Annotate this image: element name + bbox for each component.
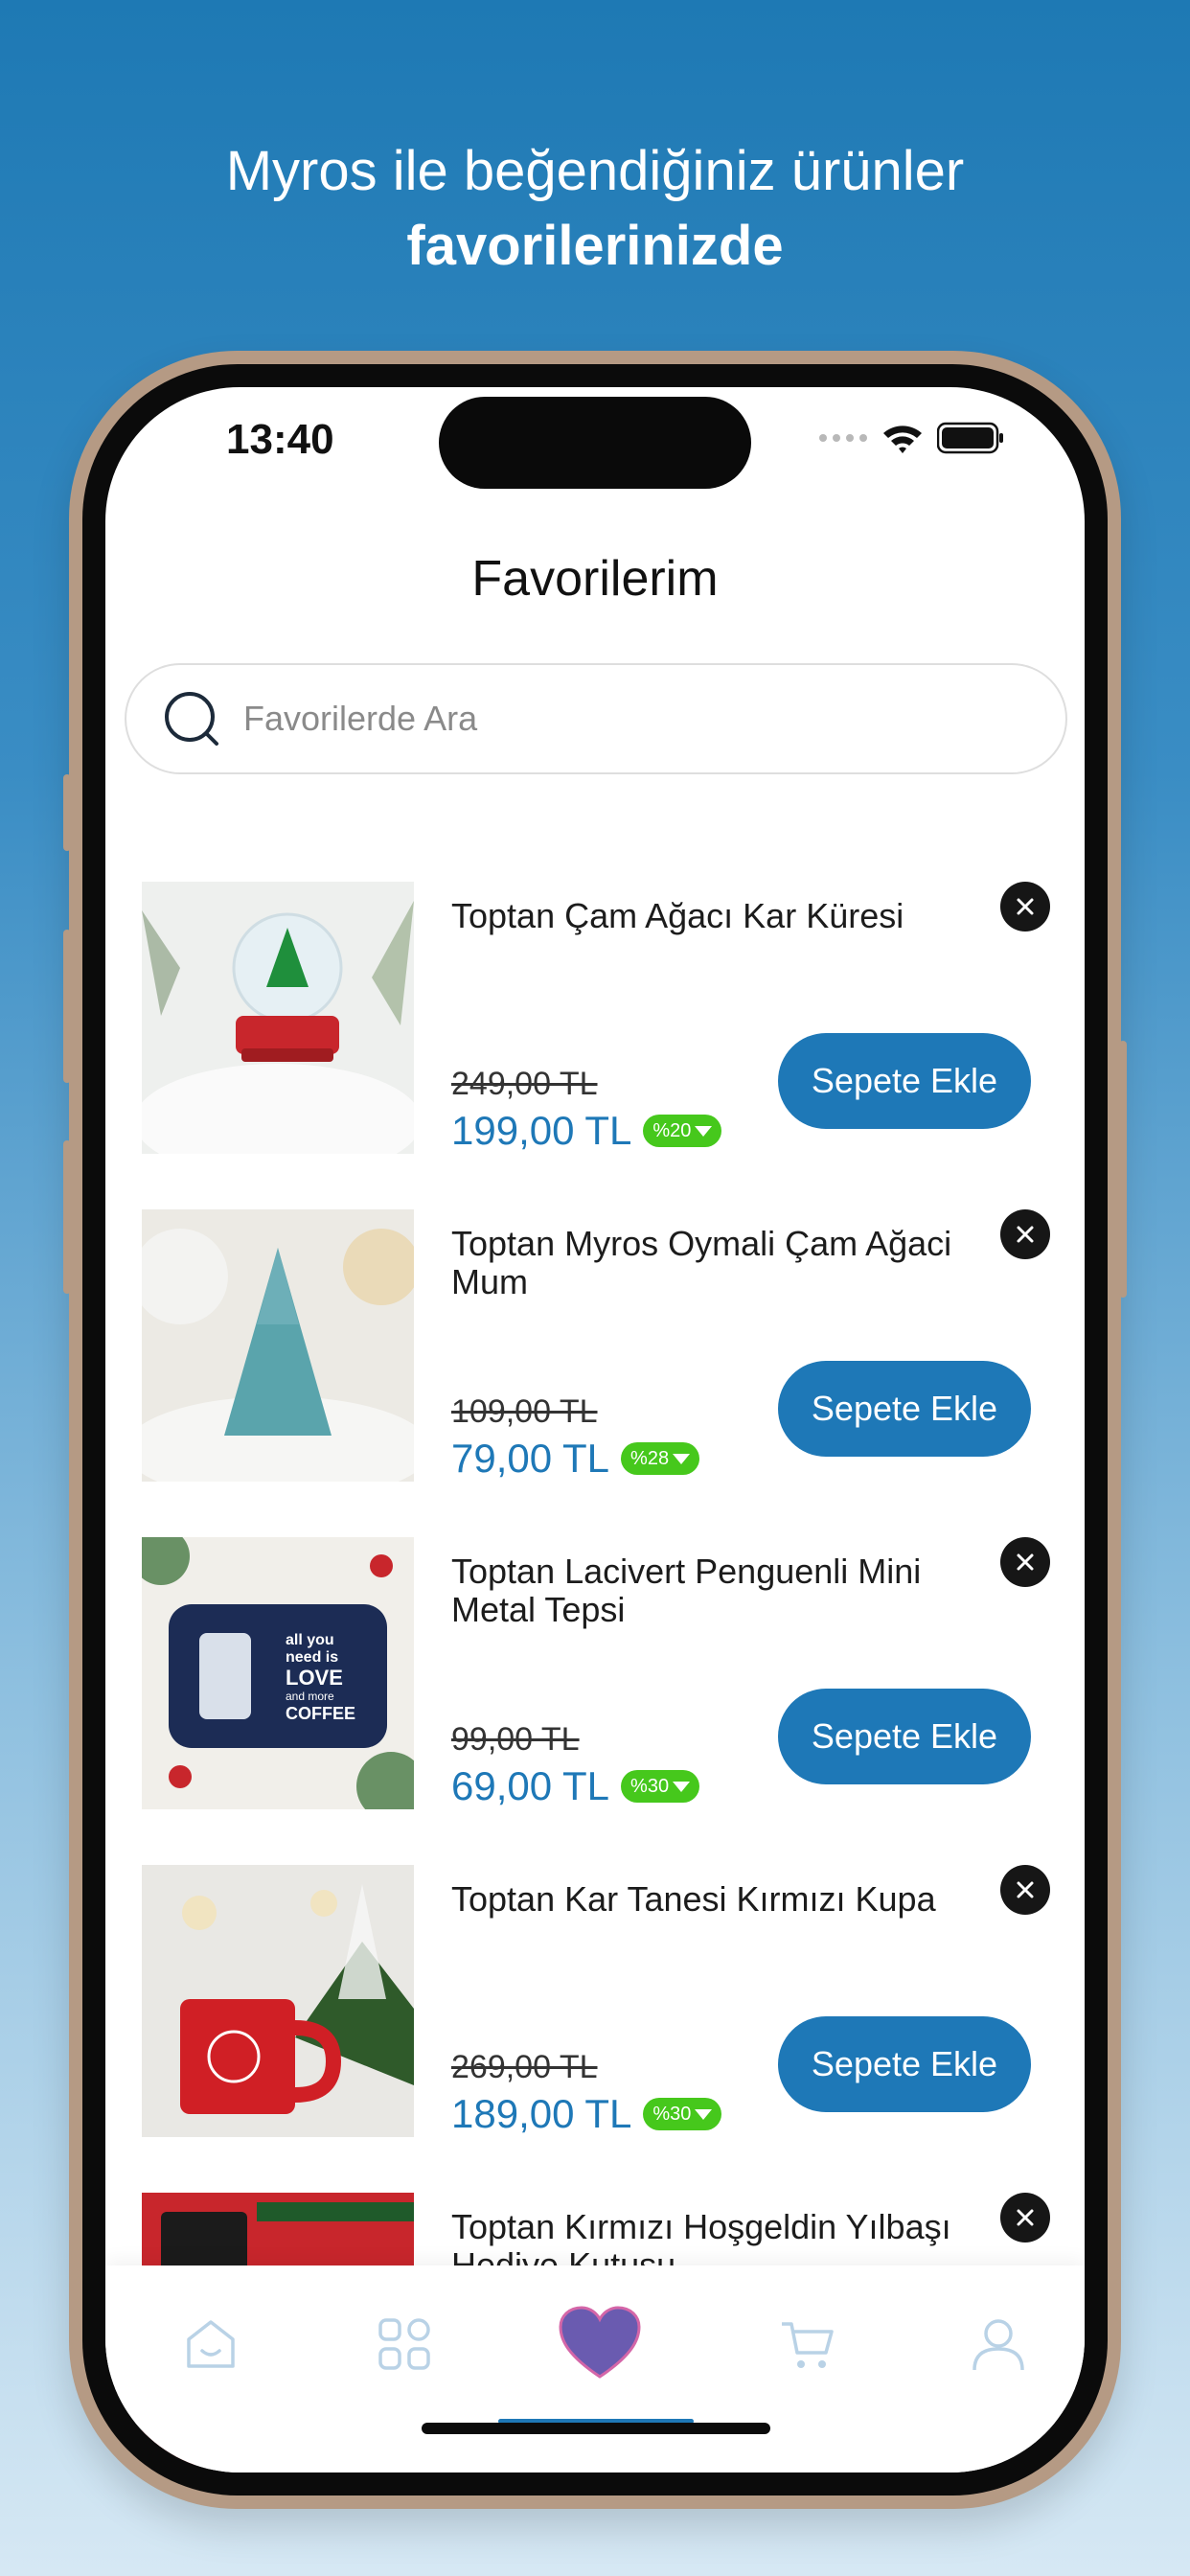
tab-favorites[interactable] — [557, 2300, 643, 2386]
search-icon — [165, 692, 218, 746]
tab-home[interactable] — [172, 2306, 249, 2382]
old-price: 99,00 TL — [451, 1721, 580, 1758]
tray-text-5: COFFEE — [286, 1704, 355, 1723]
price-row: 199,00 TL %20 — [451, 1108, 722, 1154]
tray-text-1: all you — [286, 1632, 334, 1648]
price-row: 79,00 TL %28 — [451, 1436, 700, 1482]
tray-text-3: LOVE — [286, 1666, 343, 1690]
app-screen: 13:40 Favorilerim Favorilerde Ara Toptan… — [105, 387, 1085, 2472]
add-to-cart-button[interactable]: Sepete Ekle — [778, 1689, 1031, 1784]
tree-candle-image[interactable] — [142, 1209, 414, 1482]
close-icon — [1017, 1226, 1034, 1243]
dynamic-island — [439, 397, 751, 489]
search-input[interactable] — [241, 698, 1012, 740]
current-price: 199,00 TL — [451, 1108, 632, 1153]
discount-badge: %20 — [643, 1115, 722, 1147]
discount-badge: %30 — [643, 2098, 722, 2130]
red-mug-image[interactable] — [142, 1865, 414, 2137]
down-arrow-icon — [673, 1781, 691, 1792]
old-price: 109,00 TL — [451, 1393, 598, 1430]
remove-favorite-button[interactable] — [1000, 1209, 1050, 1259]
list-item: Toptan Kar Tanesi Kırmızı Kupa 269,00 TL… — [105, 1865, 1085, 2152]
page-title: Favorilerim — [471, 551, 719, 607]
down-arrow-icon — [695, 1125, 713, 1137]
product-name[interactable]: Toptan Kar Tanesi Kırmızı Kupa — [451, 1880, 969, 1919]
phone-side-button — [63, 774, 71, 851]
current-price: 79,00 TL — [451, 1436, 610, 1481]
close-icon — [1017, 2209, 1034, 2226]
add-to-cart-button[interactable]: Sepete Ekle — [778, 2016, 1031, 2112]
current-price: 189,00 TL — [451, 2091, 632, 2136]
promo-headline-line2: favorilerinizde — [406, 215, 784, 277]
discount-value: %30 — [630, 1775, 670, 1797]
add-to-cart-button[interactable]: Sepete Ekle — [778, 1033, 1031, 1129]
discount-badge: %30 — [621, 1770, 700, 1803]
remove-favorite-button[interactable] — [1000, 1865, 1050, 1915]
old-price: 249,00 TL — [451, 1066, 598, 1102]
wifi-icon — [883, 426, 922, 453]
old-price: 269,00 TL — [451, 2049, 598, 2085]
discount-badge: %28 — [621, 1442, 700, 1475]
price-row: 189,00 TL %30 — [451, 2091, 722, 2137]
signal-dots-icon — [819, 434, 867, 442]
close-icon — [1017, 1553, 1034, 1571]
phone-power-button — [1119, 1041, 1127, 1298]
promo-headline: Myros ile beğendiğiniz ürünler favoriler… — [0, 134, 1190, 284]
home-icon — [187, 2320, 235, 2368]
user-icon — [973, 2319, 1024, 2371]
heart-icon — [559, 2306, 641, 2379]
tab-profile[interactable] — [960, 2306, 1037, 2382]
remove-favorite-button[interactable] — [1000, 1537, 1050, 1587]
price-row: 69,00 TL %30 — [451, 1763, 700, 1809]
tab-categories[interactable] — [366, 2306, 443, 2382]
tab-cart[interactable] — [769, 2306, 846, 2382]
add-to-cart-button[interactable]: Sepete Ekle — [778, 1361, 1031, 1457]
cart-icon — [782, 2322, 834, 2368]
list-item: Toptan Çam Ağacı Kar Küresi 249,00 TL 19… — [105, 882, 1085, 1169]
grid-icon — [378, 2318, 430, 2370]
phone-volume-up — [63, 930, 71, 1083]
status-time: 13:40 — [226, 416, 334, 463]
product-name[interactable]: Toptan Myros Oymali Çam Ağaci Mum — [451, 1225, 969, 1301]
remove-favorite-button[interactable] — [1000, 2193, 1050, 2242]
list-item: all you need is LOVE and more COFFEE Top… — [105, 1537, 1085, 1825]
list-item: Toptan Myros Oymali Çam Ağaci Mum 109,00… — [105, 1209, 1085, 1497]
discount-value: %20 — [652, 1119, 692, 1141]
down-arrow-icon — [695, 2108, 713, 2120]
battery-icon — [937, 422, 1003, 454]
product-name[interactable]: Toptan Çam Ağacı Kar Küresi — [451, 897, 969, 935]
penguin-tray-image[interactable]: all you need is LOVE and more COFFEE — [142, 1537, 414, 1809]
product-name[interactable]: Toptan Lacivert Penguenli Mini Metal Tep… — [451, 1552, 969, 1629]
current-price: 69,00 TL — [451, 1763, 610, 1808]
discount-value: %28 — [630, 1447, 670, 1469]
home-indicator[interactable] — [422, 2423, 770, 2434]
close-icon — [1017, 898, 1034, 915]
remove-favorite-button[interactable] — [1000, 882, 1050, 932]
bottom-tab-bar — [105, 2266, 1085, 2472]
snow-globe-image[interactable] — [142, 882, 414, 1154]
promo-headline-line1: Myros ile beğendiğiniz ürünler — [225, 140, 965, 202]
search-bar[interactable] — [125, 663, 1067, 774]
close-icon — [1017, 1881, 1034, 1898]
down-arrow-icon — [673, 1453, 691, 1464]
tray-text-4: and more — [286, 1690, 334, 1703]
status-icons — [818, 422, 1006, 454]
tray-text-2: need is — [286, 1649, 338, 1666]
discount-value: %30 — [652, 2103, 692, 2125]
phone-volume-down — [63, 1140, 71, 1294]
